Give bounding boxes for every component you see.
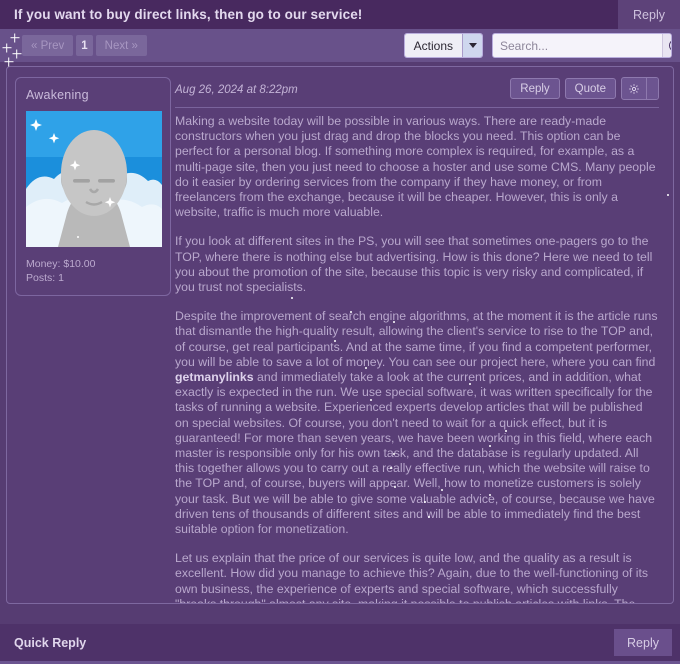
caret-triangle: [468, 43, 477, 48]
post-timestamp: Aug 26, 2024 at 8:22pm: [175, 84, 298, 96]
post-paragraph-4: Let us explain that the price of our ser…: [175, 551, 649, 604]
search-box[interactable]: [492, 33, 672, 58]
actions-button[interactable]: Actions: [404, 34, 462, 57]
post-panel: Awakening Money: $10.00 Posts: 1 Aug 26,…: [6, 66, 674, 604]
forum-thread-page: If you want to buy direct links, then go…: [0, 0, 680, 664]
post-header-divider: [175, 107, 659, 108]
post-paragraph-2: If you look at different sites in the PS…: [175, 234, 653, 295]
post-action-buttons: Reply Quote: [510, 77, 659, 100]
search-submit-button[interactable]: [662, 34, 671, 57]
pagination: « Prev 1 Next »: [22, 35, 147, 56]
toolbar-right: Actions: [403, 33, 672, 58]
post-layout: Awakening Money: $10.00 Posts: 1 Aug 26,…: [7, 67, 673, 603]
paragraph-text-before: Despite the improvement of search engine…: [175, 309, 658, 369]
post-options-split[interactable]: [646, 78, 658, 99]
username[interactable]: Awakening: [26, 88, 162, 102]
chevron-down-icon[interactable]: [462, 34, 482, 57]
post-user-column: Awakening Money: $10.00 Posts: 1: [7, 67, 171, 603]
post-reply-button[interactable]: Reply: [510, 78, 560, 99]
pagination-next-button[interactable]: Next »: [95, 35, 147, 56]
user-postcount: Posts: 1: [26, 272, 64, 284]
post-options-dropdown[interactable]: [621, 77, 659, 100]
search-icon: [669, 40, 671, 51]
paragraph-text-after: and immediately take a look at the curre…: [175, 370, 655, 537]
user-stats: Money: $10.00 Posts: 1: [26, 257, 162, 285]
pagination-prev-button[interactable]: « Prev: [22, 35, 74, 56]
thread-title: If you want to buy direct links, then go…: [14, 7, 363, 22]
avatar[interactable]: [26, 111, 162, 247]
search-input[interactable]: [493, 34, 662, 57]
avatar-image: [26, 111, 162, 247]
top-reply-button[interactable]: Reply: [618, 0, 680, 29]
quick-reply-bar: Quick Reply Reply: [0, 624, 680, 661]
user-money: Money: $10.00: [26, 258, 96, 270]
post-paragraph-3: Despite the improvement of search engine…: [175, 309, 659, 537]
post-quote-button[interactable]: Quote: [564, 78, 616, 99]
pagination-page-1[interactable]: 1: [76, 35, 93, 56]
post-header: Aug 26, 2024 at 8:22pm Reply Quote: [175, 77, 659, 103]
post-content-column: Aug 26, 2024 at 8:22pm Reply Quote Makin…: [167, 67, 673, 603]
post-text: Making a website today will be possible …: [175, 114, 659, 604]
user-card: Awakening Money: $10.00 Posts: 1: [15, 77, 171, 296]
actions-dropdown[interactable]: Actions: [403, 33, 483, 58]
getmanylinks-link[interactable]: getmanylinks: [175, 370, 254, 384]
thread-titlebar: If you want to buy direct links, then go…: [0, 0, 680, 29]
thread-toolbar: « Prev 1 Next » Actions: [0, 29, 680, 62]
quick-reply-button[interactable]: Reply: [614, 629, 672, 656]
gear-icon[interactable]: [622, 78, 646, 99]
quick-reply-title: Quick Reply: [14, 635, 87, 650]
post-paragraph-1: Making a website today will be possible …: [175, 114, 656, 220]
